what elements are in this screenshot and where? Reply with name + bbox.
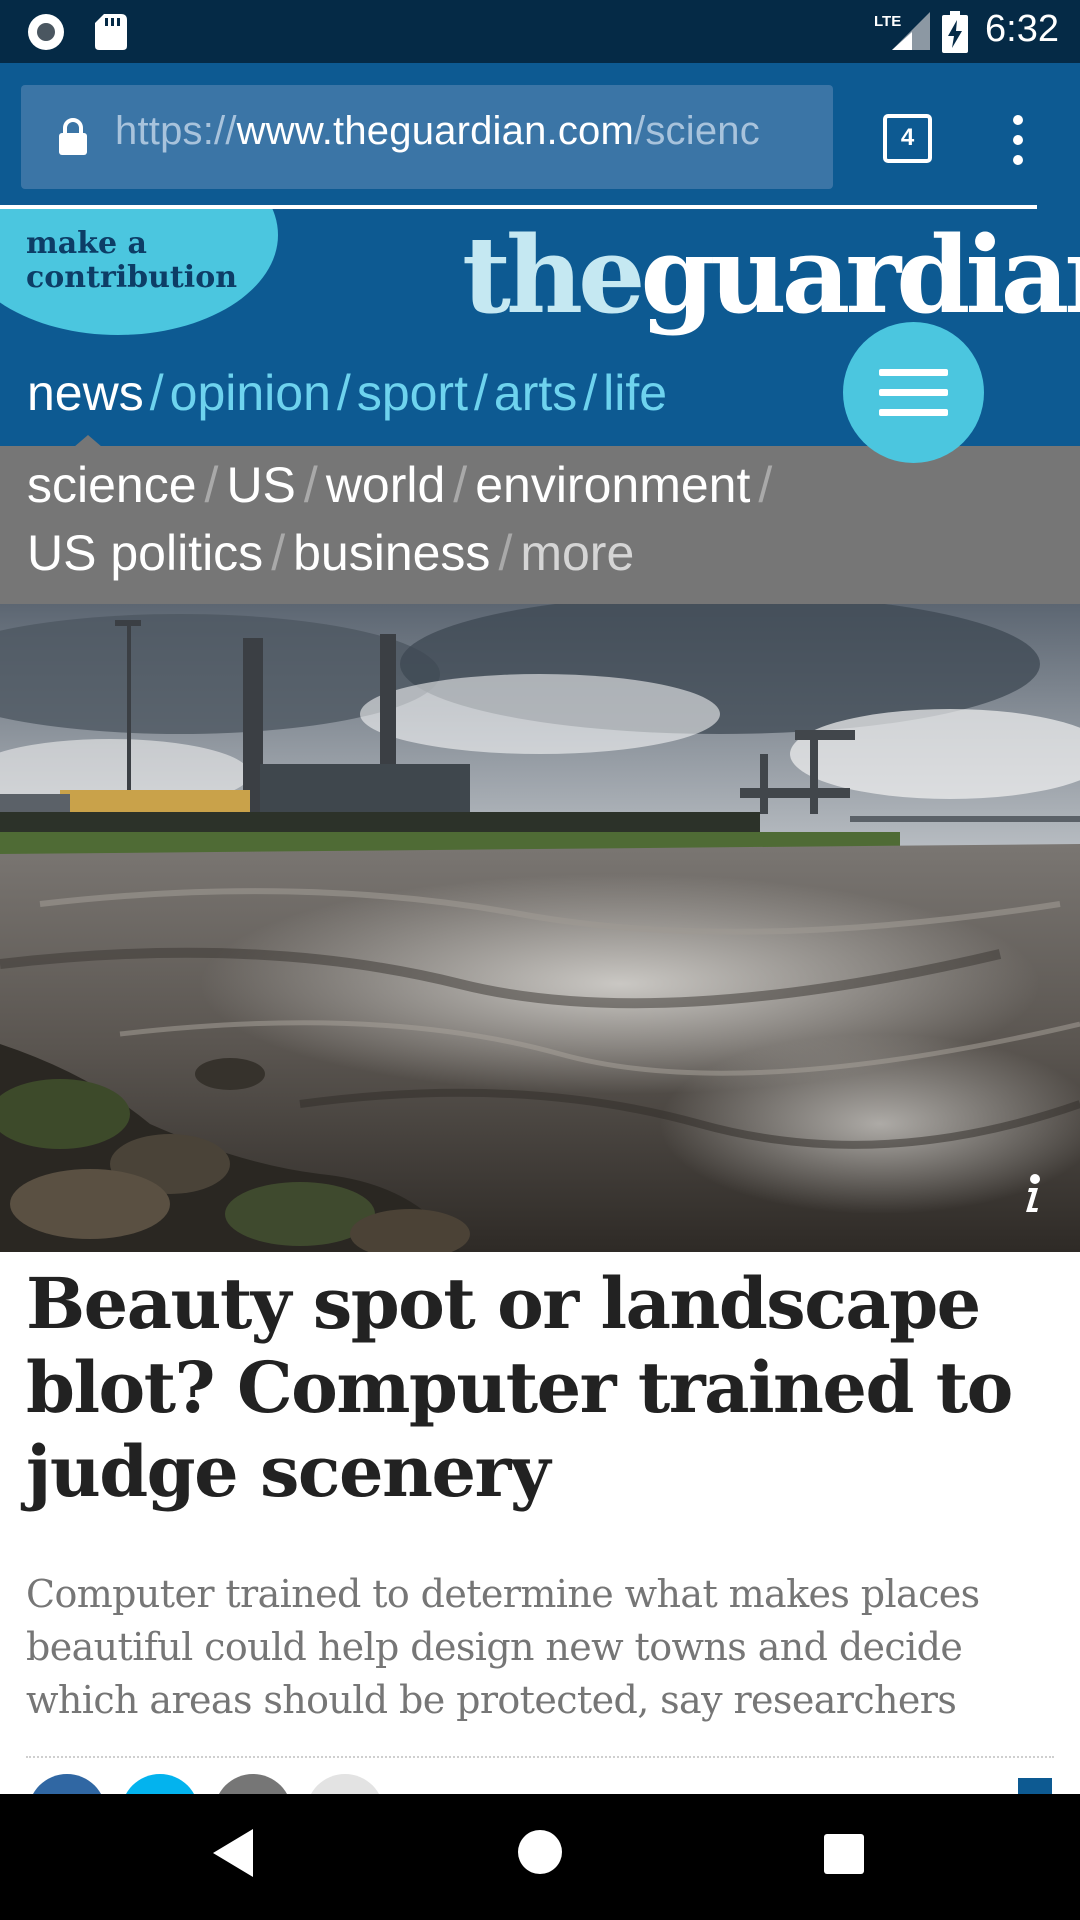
battery-charging-icon: [942, 11, 968, 53]
overflow-menu-icon[interactable]: [1006, 115, 1030, 165]
lte-signal-icon: LTE: [874, 12, 930, 50]
contribute-label[interactable]: make a contribution: [26, 227, 237, 295]
address-bar[interactable]: https://www.theguardian.com/scienc: [21, 85, 833, 189]
lock-icon: [59, 118, 87, 155]
pillar-arts[interactable]: arts: [494, 365, 577, 421]
section-more[interactable]: more: [520, 525, 634, 581]
pillar-sport[interactable]: sport: [357, 365, 468, 421]
section-business[interactable]: business: [293, 525, 490, 581]
url-host: www.theguardian.com: [236, 109, 635, 153]
pillar-life[interactable]: life: [603, 365, 667, 421]
svg-text:LTE: LTE: [874, 13, 901, 30]
url-scheme: https://: [115, 109, 237, 153]
status-time: 6:32: [985, 8, 1059, 50]
system-nav-bar: [0, 1794, 1080, 1920]
section-nav: science / US / world / environment / US politic…: [0, 446, 1080, 604]
section-us-politics[interactable]: US politics: [27, 525, 263, 581]
pillar-news[interactable]: news: [27, 365, 144, 421]
article-standfirst: Computer trained to determine what makes…: [26, 1572, 980, 1722]
tab-switcher-button[interactable]: 4: [883, 114, 932, 163]
hamburger-menu-button[interactable]: [843, 322, 984, 463]
hero-image: [0, 604, 1080, 1252]
record-icon: [28, 14, 64, 50]
url-text[interactable]: https://www.theguardian.com/scienc: [115, 109, 830, 154]
pillar-opinion[interactable]: opinion: [170, 365, 331, 421]
active-pillar-caret: [74, 435, 102, 446]
section-world[interactable]: world: [326, 457, 445, 513]
back-icon[interactable]: [213, 1829, 253, 1877]
guardian-logo[interactable]: theguardian: [462, 210, 1080, 340]
pillar-nav: news / opinion / sport / arts / life: [27, 365, 668, 421]
home-icon[interactable]: [518, 1830, 562, 1874]
browser-toolbar: https://www.theguardian.com/scienc 4: [0, 63, 1080, 209]
article-headline: Beauty spot or landscape blot? Computer …: [26, 1262, 1013, 1513]
status-bar: LTE 6:32: [0, 0, 1080, 63]
divider: [26, 1756, 1054, 1758]
section-environment[interactable]: environment: [475, 457, 750, 513]
image-info-icon[interactable]: [1020, 1174, 1044, 1214]
sd-card-icon: [95, 14, 127, 50]
url-path: /scienc: [634, 109, 760, 153]
recent-apps-icon[interactable]: [824, 1834, 864, 1874]
section-science[interactable]: science: [27, 457, 197, 513]
section-us[interactable]: US: [226, 457, 295, 513]
landscape-photo: [0, 604, 1080, 1252]
